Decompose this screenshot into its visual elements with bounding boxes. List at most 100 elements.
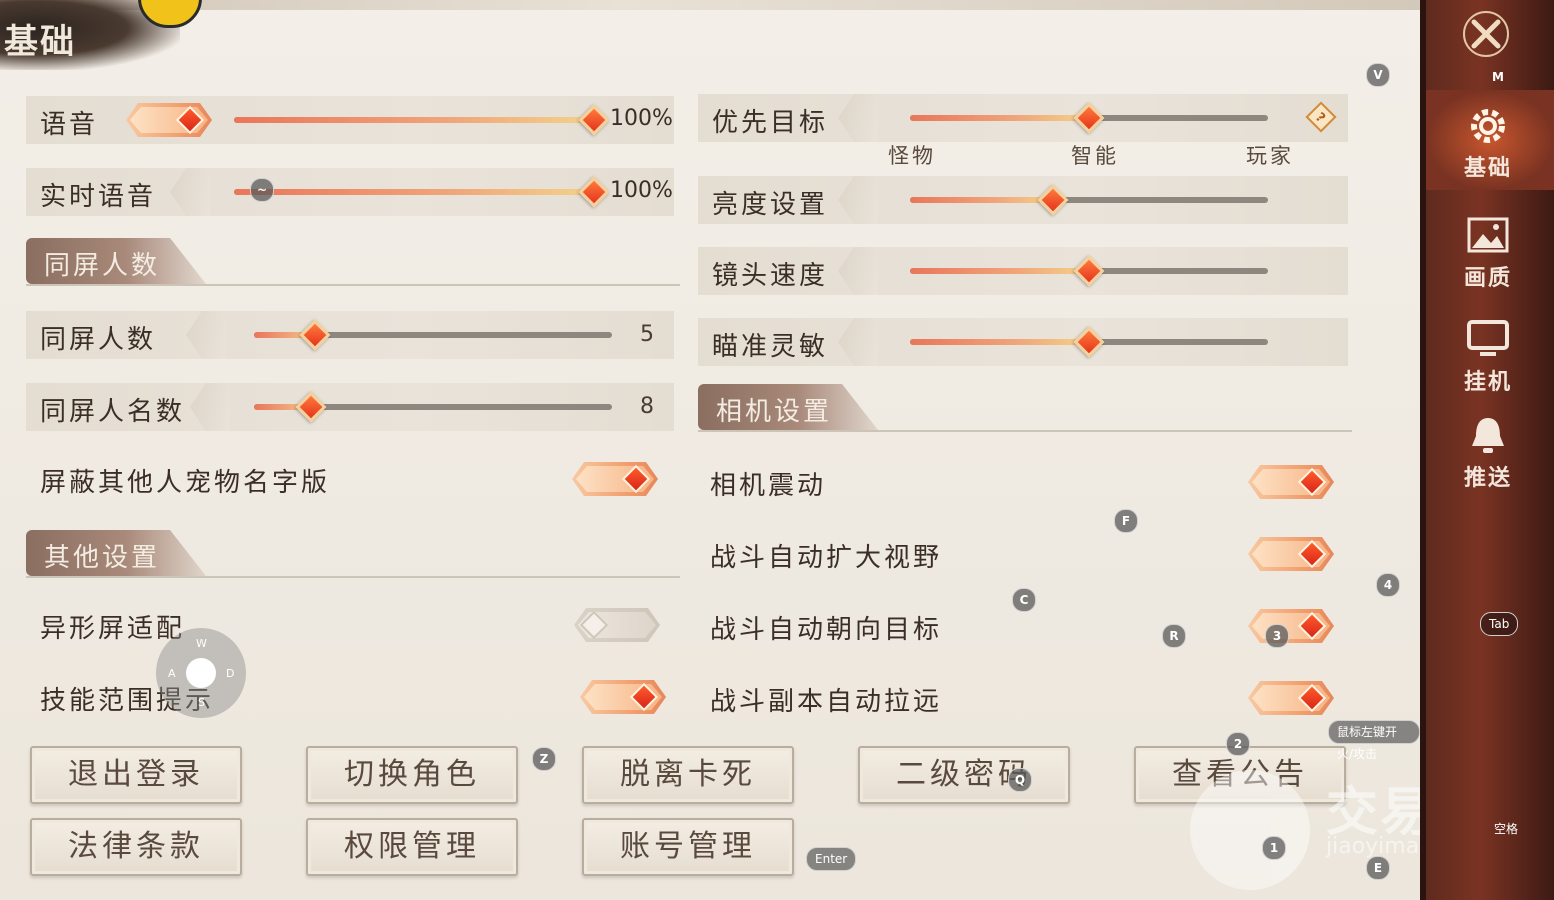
same-screen-names-slider[interactable] [254,391,612,423]
legal-button[interactable]: 法律条款 [30,818,242,876]
toggle-knob-icon [1297,683,1327,713]
toggle-knob-icon [621,464,651,494]
joystick-thumb[interactable] [186,658,216,688]
auto-face-target-toggle[interactable] [1248,609,1334,643]
realtime-voice-slider-fill [234,189,594,195]
camera-shake-label: 相机震动 [710,471,827,501]
camera-speed-handle[interactable] [1073,255,1105,287]
nav-item-push[interactable]: 推送 [1440,414,1536,492]
image-icon [1466,214,1510,258]
monitor-icon [1466,318,1510,362]
voice-slider[interactable] [234,104,610,136]
nav-item-basic[interactable]: 基础 [1440,104,1536,182]
joystick-key-s: S [198,696,205,709]
hide-pet-names-toggle[interactable] [572,462,658,496]
aim-sensitivity-row: 瞄准灵敏 [698,318,1348,366]
key-hint-tab: Tab [1480,612,1519,636]
watermark-domain: jiaoyimao.com [1326,834,1420,859]
brightness-handle[interactable] [1037,184,1069,216]
camera-shake-toggle[interactable] [1248,465,1334,499]
close-icon[interactable] [1460,8,1512,60]
brightness-fill [910,197,1054,203]
logout-button[interactable]: 退出登录 [30,746,242,804]
aim-sensitivity-handle[interactable] [1073,326,1105,358]
priority-target-handle[interactable] [1073,102,1105,134]
key-hint-q: Q [1008,768,1032,792]
toggle-knob-icon [175,105,205,135]
dungeon-auto-zoom-label: 战斗副本自动拉远 [710,687,943,717]
nav-item-quality[interactable]: 画质 [1440,214,1536,292]
watermark-logo-icon [1190,770,1310,890]
key-hint-c: C [1012,588,1036,612]
section-same-screen: 同屏人数 [26,238,680,286]
same-screen-names-handle[interactable] [295,391,327,423]
priority-option-smart[interactable]: 智能 [1071,140,1119,170]
toggle-knob-icon [1297,539,1327,569]
section-title: 同屏人数 [44,251,161,281]
auto-face-target-label: 战斗自动朝向目标 [710,615,943,645]
aim-sensitivity-label: 瞄准灵敏 [712,332,829,362]
row-chevron [170,168,210,216]
section-divider [698,430,1352,432]
permissions-button[interactable]: 权限管理 [306,818,518,876]
brightness-slider[interactable] [910,184,1268,216]
realtime-voice-label: 实时语音 [40,182,157,212]
row-chevron [838,94,878,142]
row-chevron [190,383,230,431]
aim-sensitivity-fill [910,339,1089,345]
priority-option-player[interactable]: 玩家 [1246,140,1294,170]
nav-label: 挂机 [1463,369,1512,395]
nav-item-idle[interactable]: 挂机 [1440,318,1536,396]
row-chevron [838,247,878,295]
camera-speed-label: 镜头速度 [712,261,829,291]
unstuck-button[interactable]: 脱离卡死 [582,746,794,804]
realtime-voice-slider[interactable] [234,176,610,208]
key-hint-space: 空格 [1494,822,1519,836]
realtime-voice-slider-handle[interactable] [578,176,610,208]
row-chevron [186,311,226,359]
row-chevron [838,176,878,224]
key-hint-1: 1 [1262,836,1286,860]
same-screen-names-label: 同屏人名数 [40,397,186,427]
skill-range-hint-toggle[interactable] [580,680,666,714]
voice-slider-handle[interactable] [578,104,610,136]
same-screen-count-slider[interactable] [254,319,612,351]
aim-sensitivity-slider[interactable] [910,326,1268,358]
auto-widen-view-toggle[interactable] [1248,537,1334,571]
voice-value: 100% [610,106,673,131]
camera-speed-slider[interactable] [910,255,1268,287]
same-screen-count-label: 同屏人数 [40,325,157,355]
gear-icon [1466,104,1510,148]
voice-row: 语音 100% [26,96,674,144]
same-screen-names-value: 8 [640,394,654,419]
section-title: 其他设置 [44,543,161,573]
account-button[interactable]: 账号管理 [582,818,794,876]
joystick-key-w: W [196,637,207,650]
priority-target-slider[interactable] [910,102,1268,134]
brightness-label: 亮度设置 [712,190,829,220]
realtime-voice-value: 100% [610,178,673,203]
same-screen-count-handle[interactable] [299,319,331,351]
second-password-button[interactable]: 二级密码 [858,746,1070,804]
joystick-key-d: D [226,667,235,680]
priority-target-label: 优先目标 [712,108,829,138]
hide-pet-names-label: 屏蔽其他人宠物名字版 [40,468,331,498]
dungeon-auto-zoom-toggle[interactable] [1248,681,1334,715]
toggle-knob-icon [579,610,609,640]
key-hint-4: 4 [1376,573,1400,597]
nav-label: 画质 [1463,265,1512,291]
notch-adapt-toggle[interactable] [574,608,660,642]
toggle-knob-icon [1297,467,1327,497]
section-tag: 相机设置 [698,384,878,430]
priority-option-monster[interactable]: 怪物 [888,140,936,170]
voice-toggle[interactable] [126,103,212,137]
help-icon[interactable]: ? [1305,101,1337,133]
key-hint-m: M [1492,70,1504,84]
same-screen-count-row: 同屏人数 5 [26,311,674,359]
realtime-voice-row: 实时语音 ~ 100% [26,168,674,216]
switch-role-button[interactable]: 切换角色 [306,746,518,804]
priority-target-row: 优先目标 ? [698,94,1348,142]
section-divider [26,284,680,286]
same-screen-names-row: 同屏人名数 8 [26,383,674,431]
virtual-joystick[interactable]: W A D S [156,628,246,718]
